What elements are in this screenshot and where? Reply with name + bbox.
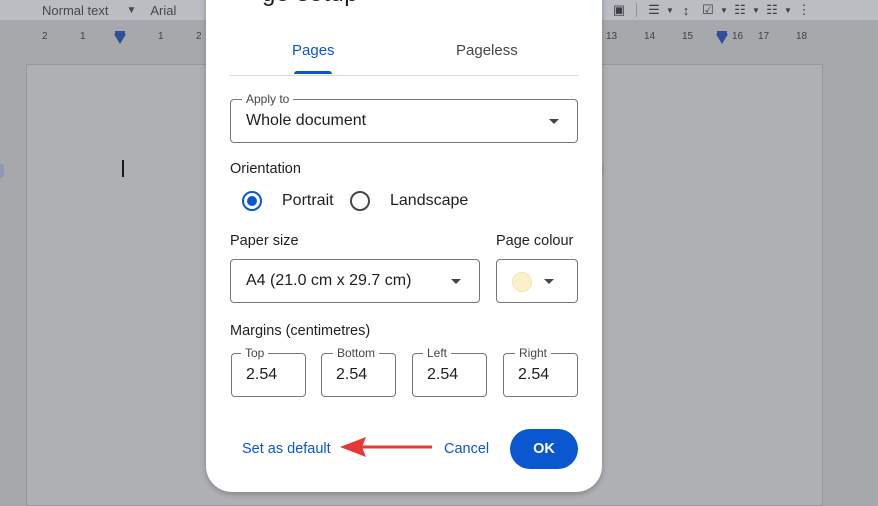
- chevron-down-icon: [451, 279, 461, 284]
- margin-left-field[interactable]: Left 2.54: [412, 346, 487, 397]
- margin-right-value: 2.54: [518, 366, 550, 383]
- style-dropdown[interactable]: Normal text: [42, 3, 108, 18]
- right-indent-marker-top[interactable]: [717, 31, 727, 34]
- checklist-caret-icon[interactable]: ▼: [719, 0, 729, 20]
- line-spacing-icon[interactable]: ↕: [675, 0, 697, 20]
- apply-to-label: Apply to: [242, 92, 294, 106]
- apply-to-select[interactable]: Apply to Whole document: [230, 92, 578, 143]
- left-side-handle: [0, 164, 4, 178]
- set-as-default-button[interactable]: Set as default: [242, 441, 331, 457]
- insert-image-icon[interactable]: ▣: [608, 0, 630, 20]
- margin-bottom-field[interactable]: Bottom 2.54: [321, 346, 396, 397]
- tab-selected-indicator: [294, 71, 332, 74]
- more-options-icon[interactable]: ⋮: [793, 0, 815, 20]
- landscape-label[interactable]: Landscape: [390, 192, 468, 210]
- ruler-number: 14: [644, 31, 656, 42]
- paper-size-value: A4 (21.0 cm x 29.7 cm): [246, 272, 412, 289]
- ruler-number: 2: [42, 31, 48, 42]
- radio-landscape[interactable]: [350, 191, 370, 211]
- portrait-label[interactable]: Portrait: [282, 192, 334, 210]
- tab-pages[interactable]: Pages: [292, 42, 335, 59]
- ok-button[interactable]: OK: [510, 429, 578, 469]
- page-colour-picker[interactable]: [496, 259, 578, 303]
- ruler-number: 13: [606, 31, 618, 42]
- chevron-down-icon: [544, 279, 554, 284]
- dialog-title: ge setup: [262, 0, 358, 8]
- left-indent-marker[interactable]: [114, 34, 126, 44]
- orientation-label: Orientation: [230, 161, 301, 177]
- margin-left-label: Left: [423, 346, 452, 360]
- style-dropdown-caret-icon[interactable]: ▼: [126, 5, 136, 16]
- chevron-down-icon: [549, 119, 559, 124]
- margin-left-value: 2.54: [427, 366, 459, 383]
- page-colour-label: Page colour: [496, 233, 574, 249]
- ruler-number: 17: [758, 31, 770, 42]
- margins-label: Margins (centimetres): [230, 323, 371, 339]
- ruler-number: 16: [732, 31, 744, 42]
- right-indent-marker[interactable]: [716, 34, 728, 44]
- margin-top-field[interactable]: Top 2.54: [231, 346, 306, 397]
- colour-swatch: [512, 272, 532, 292]
- first-line-indent-marker[interactable]: [115, 31, 125, 34]
- page-setup-dialog: ge setup Pages Pageless Apply to Whole d…: [206, 0, 602, 492]
- numbered-list-icon[interactable]: ☷: [761, 0, 783, 20]
- annotation-arrow-icon: [340, 437, 432, 457]
- cancel-button[interactable]: Cancel: [444, 441, 489, 457]
- font-dropdown[interactable]: Arial: [150, 3, 176, 18]
- align-icon[interactable]: ☰: [643, 0, 665, 20]
- margin-right-label: Right: [515, 346, 552, 360]
- ruler-number: 18: [796, 31, 808, 42]
- ruler-number: 1: [158, 31, 164, 42]
- ruler-number: 15: [682, 31, 694, 42]
- radio-portrait[interactable]: [242, 191, 262, 211]
- margin-bottom-value: 2.54: [336, 366, 368, 383]
- paper-size-select[interactable]: A4 (21.0 cm x 29.7 cm): [230, 259, 480, 303]
- margin-top-label: Top: [241, 346, 269, 360]
- checklist-icon[interactable]: ☑: [697, 0, 719, 20]
- ruler-number: 1: [80, 31, 86, 42]
- align-caret-icon[interactable]: ▼: [665, 0, 675, 20]
- margin-bottom-label: Bottom: [333, 346, 380, 360]
- numbered-list-caret-icon[interactable]: ▼: [783, 0, 793, 20]
- ruler-number: 2: [196, 31, 202, 42]
- apply-to-value: Whole document: [246, 112, 367, 129]
- margin-top-value: 2.54: [246, 366, 278, 383]
- toolbar-divider: [636, 3, 637, 17]
- dialog-tabs: Pages Pageless: [230, 34, 578, 76]
- bulleted-list-icon[interactable]: ☷: [729, 0, 751, 20]
- paper-size-label: Paper size: [230, 233, 299, 249]
- tab-pageless[interactable]: Pageless: [456, 42, 518, 59]
- ok-button-label: OK: [533, 441, 555, 457]
- margin-right-field[interactable]: Right 2.54: [503, 346, 578, 397]
- bulleted-list-caret-icon[interactable]: ▼: [751, 0, 761, 20]
- text-cursor: [122, 160, 124, 177]
